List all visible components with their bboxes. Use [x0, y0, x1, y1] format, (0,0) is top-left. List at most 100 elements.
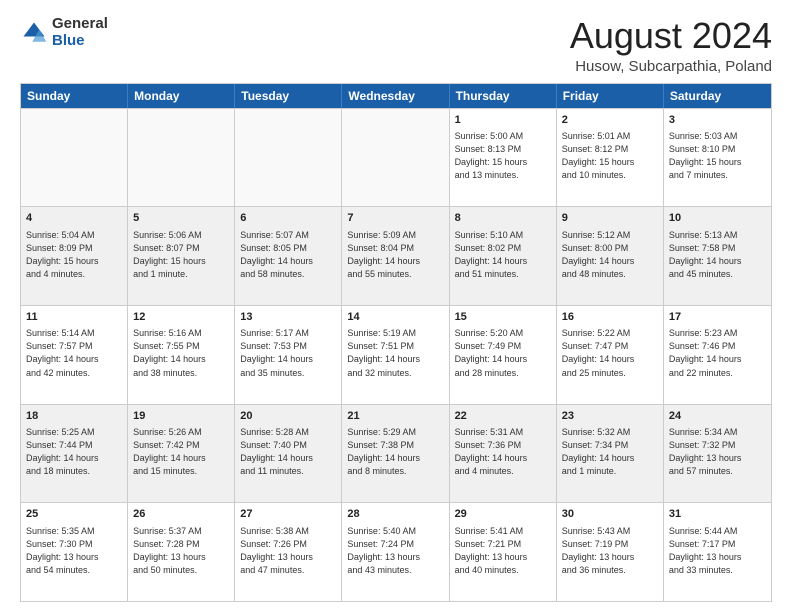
- day-info: Sunrise: 5:19 AMSunset: 7:51 PMDaylight:…: [347, 327, 443, 379]
- header-day-wednesday: Wednesday: [342, 84, 449, 108]
- day-number: 3: [669, 113, 766, 128]
- day-number: 29: [455, 507, 551, 522]
- day-number: 11: [26, 310, 122, 325]
- day-info: Sunrise: 5:34 AMSunset: 7:32 PMDaylight:…: [669, 426, 766, 478]
- day-number: 1: [455, 113, 551, 128]
- logo: General Blue: [20, 16, 108, 49]
- day-number: 27: [240, 507, 336, 522]
- cal-cell-29: 29 Sunrise: 5:41 AMSunset: 7:21 PMDayligh…: [450, 503, 557, 601]
- header: General Blue August 2024 Husow, Subcarpa…: [20, 16, 772, 75]
- day-info: Sunrise: 5:09 AMSunset: 8:04 PMDaylight:…: [347, 229, 443, 281]
- day-number: 30: [562, 507, 658, 522]
- day-info: Sunrise: 5:23 AMSunset: 7:46 PMDaylight:…: [669, 327, 766, 379]
- cal-cell-26: 26 Sunrise: 5:37 AMSunset: 7:28 PMDayligh…: [128, 503, 235, 601]
- day-number: 24: [669, 409, 766, 424]
- logo-blue: Blue: [52, 33, 108, 50]
- day-number: 6: [240, 211, 336, 226]
- day-info: Sunrise: 5:16 AMSunset: 7:55 PMDaylight:…: [133, 327, 229, 379]
- day-number: 8: [455, 211, 551, 226]
- day-number: 20: [240, 409, 336, 424]
- day-info: Sunrise: 5:03 AMSunset: 8:10 PMDaylight:…: [669, 130, 766, 182]
- cal-cell-28: 28 Sunrise: 5:40 AMSunset: 7:24 PMDayligh…: [342, 503, 449, 601]
- day-info: Sunrise: 5:28 AMSunset: 7:40 PMDaylight:…: [240, 426, 336, 478]
- calendar-title: August 2024: [570, 16, 772, 56]
- cal-cell-14: 14 Sunrise: 5:19 AMSunset: 7:51 PMDayligh…: [342, 306, 449, 404]
- calendar-body: 1Sunrise: 5:00 AMSunset: 8:13 PMDaylight…: [21, 108, 771, 601]
- day-info: Sunrise: 5:37 AMSunset: 7:28 PMDaylight:…: [133, 525, 229, 577]
- cal-cell-12: 12 Sunrise: 5:16 AMSunset: 7:55 PMDayligh…: [128, 306, 235, 404]
- cal-cell-empty-0-3: [342, 109, 449, 207]
- cal-cell-25: 25Sunrise: 5:35 AMSunset: 7:30 PMDayligh…: [21, 503, 128, 601]
- cal-cell-7: 7 Sunrise: 5:09 AMSunset: 8:04 PMDaylight…: [342, 207, 449, 305]
- cal-cell-18: 18 Sunrise: 5:25 AMSunset: 7:44 PMDayligh…: [21, 405, 128, 503]
- calendar-row-4: 25Sunrise: 5:35 AMSunset: 7:30 PMDayligh…: [21, 502, 771, 601]
- cal-cell-17: 17 Sunrise: 5:23 AMSunset: 7:46 PMDayligh…: [664, 306, 771, 404]
- cal-cell-9: 9 Sunrise: 5:12 AMSunset: 8:00 PMDaylight…: [557, 207, 664, 305]
- day-number: 28: [347, 507, 443, 522]
- header-day-friday: Friday: [557, 84, 664, 108]
- day-info: Sunrise: 5:43 AMSunset: 7:19 PMDaylight:…: [562, 525, 658, 577]
- cal-cell-10: 10Sunrise: 5:13 AMSunset: 7:58 PMDayligh…: [664, 207, 771, 305]
- day-number: 19: [133, 409, 229, 424]
- cal-cell-27: 27 Sunrise: 5:38 AMSunset: 7:26 PMDayligh…: [235, 503, 342, 601]
- cal-cell-21: 21Sunrise: 5:29 AMSunset: 7:38 PMDayligh…: [342, 405, 449, 503]
- day-number: 7: [347, 211, 443, 226]
- calendar-header: SundayMondayTuesdayWednesdayThursdayFrid…: [21, 84, 771, 108]
- cal-cell-30: 30 Sunrise: 5:43 AMSunset: 7:19 PMDayligh…: [557, 503, 664, 601]
- day-number: 9: [562, 211, 658, 226]
- day-number: 2: [562, 113, 658, 128]
- cal-cell-23: 23Sunrise: 5:32 AMSunset: 7:34 PMDayligh…: [557, 405, 664, 503]
- cal-cell-2: 2 Sunrise: 5:01 AMSunset: 8:12 PMDaylight…: [557, 109, 664, 207]
- day-info: Sunrise: 5:25 AMSunset: 7:44 PMDaylight:…: [26, 426, 122, 478]
- day-info: Sunrise: 5:31 AMSunset: 7:36 PMDaylight:…: [455, 426, 551, 478]
- page: General Blue August 2024 Husow, Subcarpa…: [0, 0, 792, 612]
- day-info: Sunrise: 5:29 AMSunset: 7:38 PMDaylight:…: [347, 426, 443, 478]
- day-number: 16: [562, 310, 658, 325]
- day-info: Sunrise: 5:12 AMSunset: 8:00 PMDaylight:…: [562, 229, 658, 281]
- day-info: Sunrise: 5:44 AMSunset: 7:17 PMDaylight:…: [669, 525, 766, 577]
- day-info: Sunrise: 5:10 AMSunset: 8:02 PMDaylight:…: [455, 229, 551, 281]
- cal-cell-8: 8 Sunrise: 5:10 AMSunset: 8:02 PMDaylight…: [450, 207, 557, 305]
- calendar-row-3: 18 Sunrise: 5:25 AMSunset: 7:44 PMDayligh…: [21, 404, 771, 503]
- day-info: Sunrise: 5:06 AMSunset: 8:07 PMDaylight:…: [133, 229, 229, 281]
- cal-cell-empty-0-1: [128, 109, 235, 207]
- cal-cell-19: 19Sunrise: 5:26 AMSunset: 7:42 PMDayligh…: [128, 405, 235, 503]
- cal-cell-6: 6 Sunrise: 5:07 AMSunset: 8:05 PMDaylight…: [235, 207, 342, 305]
- day-info: Sunrise: 5:01 AMSunset: 8:12 PMDaylight:…: [562, 130, 658, 182]
- day-info: Sunrise: 5:07 AMSunset: 8:05 PMDaylight:…: [240, 229, 336, 281]
- day-number: 15: [455, 310, 551, 325]
- day-number: 26: [133, 507, 229, 522]
- calendar-subtitle: Husow, Subcarpathia, Poland: [570, 58, 772, 75]
- cal-cell-5: 5Sunrise: 5:06 AMSunset: 8:07 PMDaylight…: [128, 207, 235, 305]
- cal-cell-empty-0-2: [235, 109, 342, 207]
- day-number: 31: [669, 507, 766, 522]
- day-number: 10: [669, 211, 766, 226]
- day-number: 22: [455, 409, 551, 424]
- cal-cell-31: 31 Sunrise: 5:44 AMSunset: 7:17 PMDayligh…: [664, 503, 771, 601]
- day-number: 12: [133, 310, 229, 325]
- cal-cell-16: 16 Sunrise: 5:22 AMSunset: 7:47 PMDayligh…: [557, 306, 664, 404]
- cal-cell-11: 11Sunrise: 5:14 AMSunset: 7:57 PMDayligh…: [21, 306, 128, 404]
- cal-cell-24: 24 Sunrise: 5:34 AMSunset: 7:32 PMDayligh…: [664, 405, 771, 503]
- header-day-sunday: Sunday: [21, 84, 128, 108]
- day-info: Sunrise: 5:20 AMSunset: 7:49 PMDaylight:…: [455, 327, 551, 379]
- day-number: 14: [347, 310, 443, 325]
- day-info: Sunrise: 5:17 AMSunset: 7:53 PMDaylight:…: [240, 327, 336, 379]
- cal-cell-empty-0-0: [21, 109, 128, 207]
- day-number: 13: [240, 310, 336, 325]
- cal-cell-15: 15 Sunrise: 5:20 AMSunset: 7:49 PMDayligh…: [450, 306, 557, 404]
- day-info: Sunrise: 5:41 AMSunset: 7:21 PMDaylight:…: [455, 525, 551, 577]
- day-number: 17: [669, 310, 766, 325]
- day-info: Sunrise: 5:40 AMSunset: 7:24 PMDaylight:…: [347, 525, 443, 577]
- day-info: Sunrise: 5:22 AMSunset: 7:47 PMDaylight:…: [562, 327, 658, 379]
- logo-general: General: [52, 16, 108, 33]
- day-number: 18: [26, 409, 122, 424]
- day-info: Sunrise: 5:35 AMSunset: 7:30 PMDaylight:…: [26, 525, 122, 577]
- header-day-tuesday: Tuesday: [235, 84, 342, 108]
- day-info: Sunrise: 5:32 AMSunset: 7:34 PMDaylight:…: [562, 426, 658, 478]
- day-info: Sunrise: 5:38 AMSunset: 7:26 PMDaylight:…: [240, 525, 336, 577]
- header-day-saturday: Saturday: [664, 84, 771, 108]
- title-block: August 2024 Husow, Subcarpathia, Poland: [570, 16, 772, 75]
- calendar-row-1: 4Sunrise: 5:04 AMSunset: 8:09 PMDaylight…: [21, 206, 771, 305]
- calendar: SundayMondayTuesdayWednesdayThursdayFrid…: [20, 83, 772, 602]
